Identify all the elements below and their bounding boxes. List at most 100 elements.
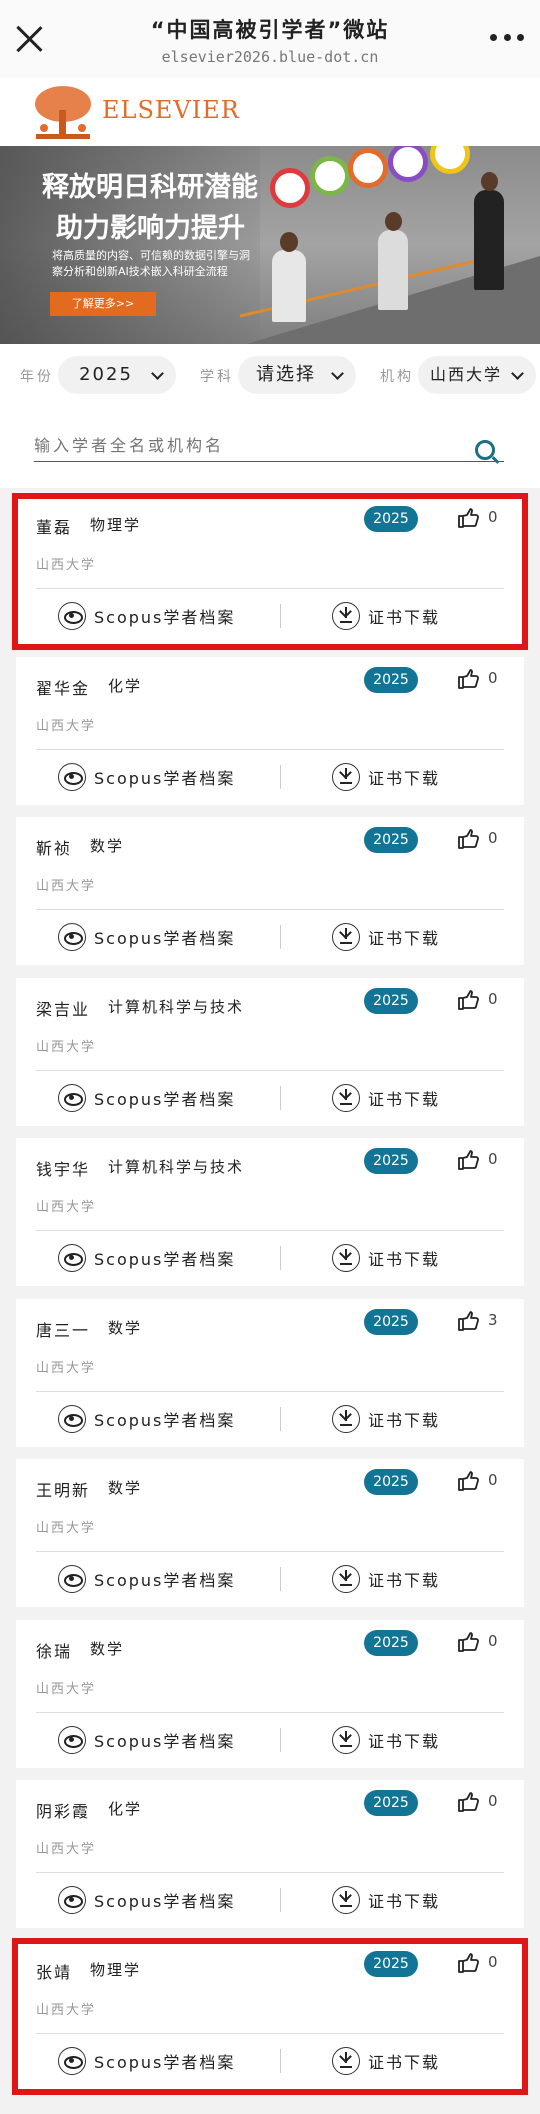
search-bar — [0, 408, 540, 488]
eye-icon — [58, 923, 86, 951]
card-divider — [36, 1551, 504, 1552]
certificate-download-button[interactable]: 证书下载 — [332, 761, 440, 793]
scholar-name: 徐瑞 — [36, 1642, 73, 1661]
certificate-download-button[interactable]: 证书下载 — [332, 1724, 440, 1756]
eye-icon — [58, 1244, 86, 1272]
subject-filter-select[interactable]: 请选择 — [238, 356, 356, 394]
icon-circle — [348, 148, 388, 188]
download-icon — [332, 1886, 360, 1914]
page-url: elsevier2026.blue-dot.cn — [161, 48, 379, 66]
eye-icon — [58, 1726, 86, 1754]
banner-headline-1: 释放明日科研潜能 — [42, 172, 258, 203]
scholar-card[interactable]: 翟华金 化学 山西大学 2025 0 Scopus学者档案 证书下载 — [16, 657, 524, 805]
year-filter-select[interactable]: 2025 — [58, 356, 176, 394]
eye-icon — [58, 1084, 86, 1112]
scopus-profile-label: Scopus学者档案 — [94, 1892, 236, 1911]
eye-icon — [58, 1565, 86, 1593]
action-divider — [280, 1728, 281, 1752]
person-head — [280, 232, 298, 252]
eye-icon — [58, 1405, 86, 1433]
card-divider — [36, 749, 504, 750]
scholar-institution: 山西大学 — [36, 1521, 97, 1536]
scholar-subject: 化学 — [108, 1800, 143, 1818]
thumbs-up-icon[interactable] — [457, 1309, 481, 1333]
thumbs-up-icon[interactable] — [457, 1630, 481, 1654]
certificate-download-button[interactable]: 证书下载 — [332, 921, 440, 953]
scopus-profile-button[interactable]: Scopus学者档案 — [58, 921, 235, 953]
certificate-download-button[interactable]: 证书下载 — [332, 1082, 440, 1114]
org-filter-select[interactable]: 山西大学 — [418, 356, 536, 394]
scopus-profile-button[interactable]: Scopus学者档案 — [58, 1403, 235, 1435]
search-input[interactable] — [34, 430, 504, 462]
scopus-profile-button[interactable]: Scopus学者档案 — [58, 1082, 235, 1114]
person-illustration — [474, 190, 504, 290]
action-divider — [280, 1888, 281, 1912]
thumbs-up-icon[interactable] — [457, 667, 481, 691]
scopus-profile-button[interactable]: Scopus学者档案 — [58, 1563, 235, 1595]
more-options-icon[interactable] — [490, 30, 524, 44]
person-illustration — [378, 230, 408, 310]
scholar-card[interactable]: 唐三一 数学 山西大学 2025 3 Scopus学者档案 证书下载 — [16, 1299, 524, 1447]
eye-icon — [58, 763, 86, 791]
like-count: 0 — [488, 669, 498, 687]
scopus-profile-button[interactable]: Scopus学者档案 — [58, 1242, 235, 1274]
scopus-profile-label: Scopus学者档案 — [94, 769, 236, 788]
year-filter-value: 2025 — [79, 364, 133, 385]
scholar-subject: 化学 — [108, 677, 143, 695]
like-count: 0 — [488, 1792, 498, 1810]
card-divider — [36, 1712, 504, 1713]
thumbs-up-icon[interactable] — [457, 1148, 481, 1172]
download-icon — [332, 923, 360, 951]
thumbs-up-icon[interactable] — [457, 827, 481, 851]
scholar-name: 唐三一 — [36, 1321, 91, 1340]
like-count: 0 — [488, 990, 498, 1008]
scholar-card[interactable]: 梁吉业 计算机科学与技术 山西大学 2025 0 Scopus学者档案 证书下载 — [16, 978, 524, 1126]
year-badge: 2025 — [364, 827, 418, 853]
scholar-name: 梁吉业 — [36, 1000, 91, 1019]
card-divider — [36, 1872, 504, 1873]
thumbs-up-icon[interactable] — [457, 988, 481, 1012]
scholar-card[interactable]: 靳祯 数学 山西大学 2025 0 Scopus学者档案 证书下载 — [16, 817, 524, 965]
scopus-profile-button[interactable]: Scopus学者档案 — [58, 761, 235, 793]
icon-circle — [388, 146, 428, 182]
scholar-institution: 山西大学 — [36, 879, 97, 894]
certificate-download-button[interactable]: 证书下载 — [332, 1403, 440, 1435]
scopus-profile-label: Scopus学者档案 — [94, 1090, 236, 1109]
scopus-profile-button[interactable]: Scopus学者档案 — [58, 1724, 235, 1756]
scopus-profile-label: Scopus学者档案 — [94, 929, 236, 948]
thumbs-up-icon[interactable] — [457, 1469, 481, 1493]
scholar-card[interactable]: 徐瑞 数学 山西大学 2025 0 Scopus学者档案 证书下载 — [16, 1620, 524, 1768]
scholar-subject: 计算机科学与技术 — [108, 1158, 245, 1176]
scholar-name: 翟华金 — [36, 679, 91, 698]
scopus-profile-label: Scopus学者档案 — [94, 1571, 236, 1590]
certificate-download-label: 证书下载 — [368, 769, 441, 788]
action-divider — [280, 1086, 281, 1110]
download-icon — [332, 763, 360, 791]
scholar-card[interactable]: 王明新 数学 山西大学 2025 0 Scopus学者档案 证书下载 — [16, 1459, 524, 1607]
icon-circle — [270, 168, 310, 208]
scholar-institution: 山西大学 — [36, 719, 97, 734]
search-icon[interactable] — [475, 440, 495, 460]
page-title: “中国高被引学者”微站 — [150, 18, 390, 42]
scholar-card[interactable]: 阴彩霞 化学 山西大学 2025 0 Scopus学者档案 证书下载 — [16, 1780, 524, 1928]
scholar-subject: 数学 — [90, 1640, 125, 1658]
scholar-name: 钱宇华 — [36, 1160, 91, 1179]
year-badge: 2025 — [364, 1148, 418, 1174]
scopus-profile-button[interactable]: Scopus学者档案 — [58, 1884, 235, 1916]
thumbs-up-icon[interactable] — [457, 1790, 481, 1814]
year-badge: 2025 — [364, 667, 418, 693]
certificate-download-label: 证书下载 — [368, 1250, 441, 1269]
brand-logo-text: ELSEVIER — [102, 96, 240, 124]
scholar-institution: 山西大学 — [36, 1682, 97, 1697]
certificate-download-button[interactable]: 证书下载 — [332, 1242, 440, 1274]
banner-learn-more-button[interactable]: 了解更多>> — [50, 292, 156, 316]
subject-filter-value: 请选择 — [256, 364, 316, 385]
certificate-download-button[interactable]: 证书下载 — [332, 1884, 440, 1916]
scholar-card[interactable]: 钱宇华 计算机科学与技术 山西大学 2025 0 Scopus学者档案 证书下载 — [16, 1138, 524, 1286]
card-divider — [36, 1391, 504, 1392]
certificate-download-button[interactable]: 证书下载 — [332, 1563, 440, 1595]
promo-banner[interactable]: 释放明日科研潜能 助力影响力提升 将高质量的内容、可信赖的数据引擎与洞察分析和创… — [0, 146, 540, 344]
like-count: 0 — [488, 829, 498, 847]
year-badge: 2025 — [364, 1790, 418, 1816]
scholar-name: 王明新 — [36, 1481, 91, 1500]
